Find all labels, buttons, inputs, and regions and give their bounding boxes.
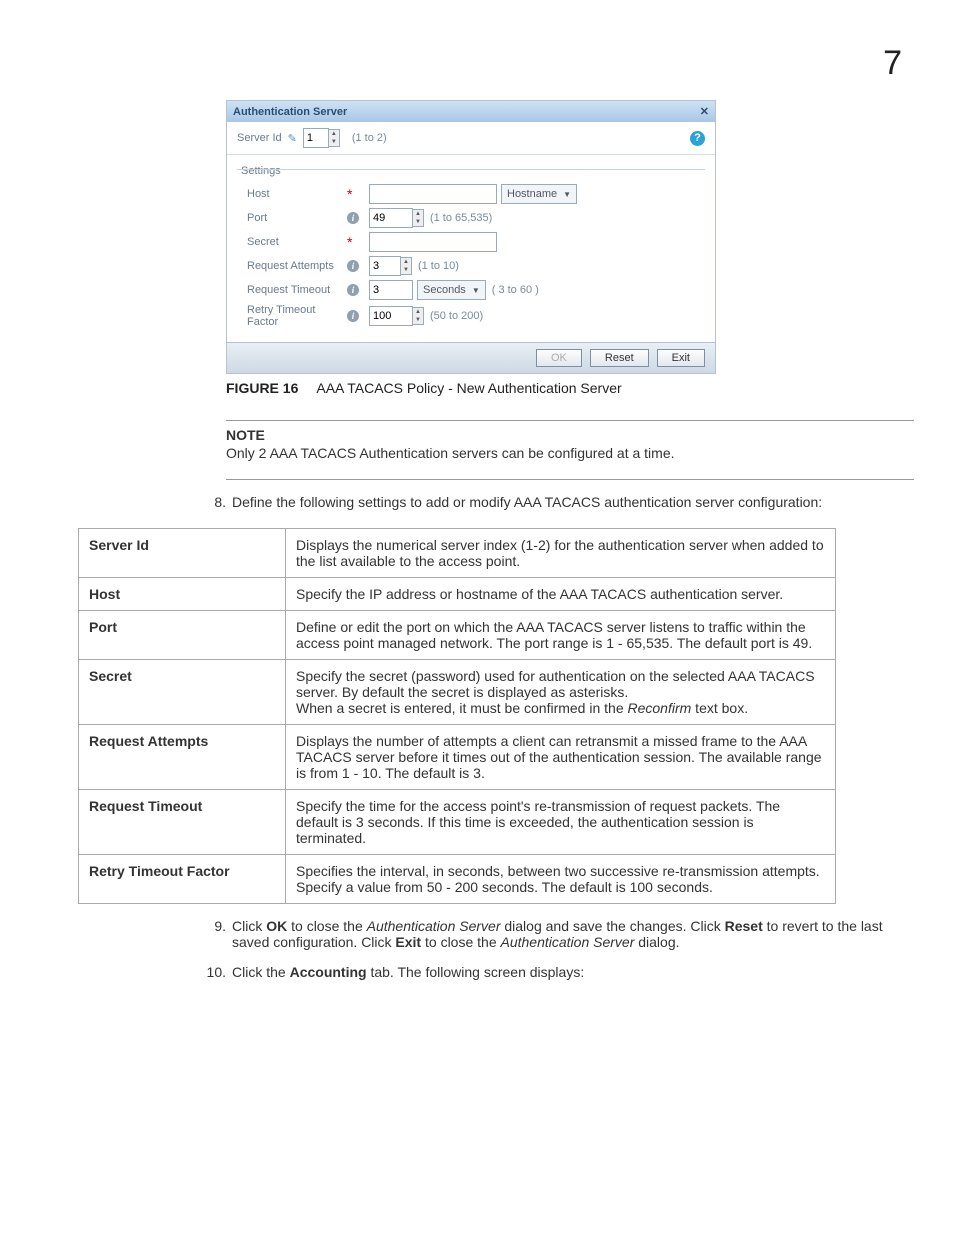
pencil-icon[interactable]: ✎	[288, 132, 297, 145]
step-number: 9.	[202, 918, 226, 950]
settings-legend: Settings	[237, 165, 285, 177]
step-number: 10.	[202, 964, 226, 980]
attempts-hint: (1 to 10)	[418, 260, 459, 272]
required-icon: *	[347, 189, 352, 199]
attempts-stepper[interactable]: ▲▼	[369, 256, 412, 276]
timeout-unit-select[interactable]: Seconds	[417, 280, 486, 300]
port-stepper[interactable]: ▲▼	[369, 208, 424, 228]
table-row: Server IdDisplays the numerical server i…	[79, 529, 836, 578]
host-label: Host	[247, 188, 347, 200]
retry-hint: (50 to 200)	[430, 310, 483, 322]
step-text: Click the Accounting tab. The following …	[232, 964, 914, 980]
down-icon[interactable]: ▼	[413, 316, 423, 324]
table-row: HostSpecify the IP address or hostname o…	[79, 578, 836, 611]
exit-button[interactable]: Exit	[657, 349, 705, 367]
up-icon[interactable]: ▲	[329, 130, 339, 138]
settings-description-table: Server IdDisplays the numerical server i…	[78, 528, 836, 904]
up-icon[interactable]: ▲	[401, 258, 411, 266]
page-number: 7	[883, 44, 902, 83]
step-text: Click OK to close the Authentication Ser…	[232, 918, 914, 950]
table-row: Secret Specify the secret (password) use…	[79, 660, 836, 725]
table-row: Request AttemptsDisplays the number of a…	[79, 725, 836, 790]
close-icon[interactable]: ✕	[700, 105, 709, 118]
secret-label: Secret	[247, 236, 347, 248]
down-icon[interactable]: ▼	[413, 218, 423, 226]
table-row: Retry Timeout FactorSpecifies the interv…	[79, 855, 836, 904]
attempts-label: Request Attempts	[247, 260, 347, 272]
info-icon[interactable]: i	[347, 212, 359, 224]
note-heading: NOTE	[226, 427, 914, 443]
timeout-label: Request Timeout	[247, 284, 347, 296]
host-input[interactable]	[369, 184, 497, 204]
info-icon[interactable]: i	[347, 310, 359, 322]
required-icon: *	[347, 237, 352, 247]
dialog-title: Authentication Server	[233, 106, 347, 118]
retry-label: Retry Timeout Factor	[247, 304, 347, 328]
step-number: 8.	[202, 494, 226, 510]
step-text: Define the following settings to add or …	[232, 494, 914, 510]
help-icon[interactable]: ?	[690, 131, 705, 146]
retry-stepper[interactable]: ▲▼	[369, 306, 424, 326]
info-icon[interactable]: i	[347, 284, 359, 296]
reset-button[interactable]: Reset	[590, 349, 649, 367]
figure-caption: FIGURE 16AAA TACACS Policy - New Authent…	[226, 380, 914, 396]
note-text: Only 2 AAA TACACS Authentication servers…	[226, 445, 914, 461]
host-type-select[interactable]: Hostname	[501, 184, 577, 204]
table-row: PortDefine or edit the port on which the…	[79, 611, 836, 660]
down-icon[interactable]: ▼	[329, 138, 339, 146]
port-label: Port	[247, 212, 347, 224]
info-icon[interactable]: i	[347, 260, 359, 272]
up-icon[interactable]: ▲	[413, 308, 423, 316]
divider	[226, 420, 914, 421]
port-input[interactable]	[369, 208, 413, 228]
ok-button[interactable]: OK	[536, 349, 582, 367]
server-id-stepper[interactable]: ▲▼	[303, 128, 340, 148]
port-hint: (1 to 65,535)	[430, 212, 492, 224]
divider	[226, 479, 914, 480]
server-id-label: Server Id	[237, 132, 282, 144]
retry-input[interactable]	[369, 306, 413, 326]
table-row: Request TimeoutSpecify the time for the …	[79, 790, 836, 855]
timeout-input[interactable]	[369, 280, 413, 300]
down-icon[interactable]: ▼	[401, 266, 411, 274]
attempts-input[interactable]	[369, 256, 401, 276]
timeout-hint: ( 3 to 60 )	[492, 284, 539, 296]
server-id-input[interactable]	[303, 128, 329, 148]
server-id-hint: (1 to 2)	[352, 132, 387, 144]
up-icon[interactable]: ▲	[413, 210, 423, 218]
secret-input[interactable]	[369, 232, 497, 252]
auth-server-dialog: Authentication Server ✕ Server Id ✎ ▲▼ (…	[226, 100, 716, 374]
